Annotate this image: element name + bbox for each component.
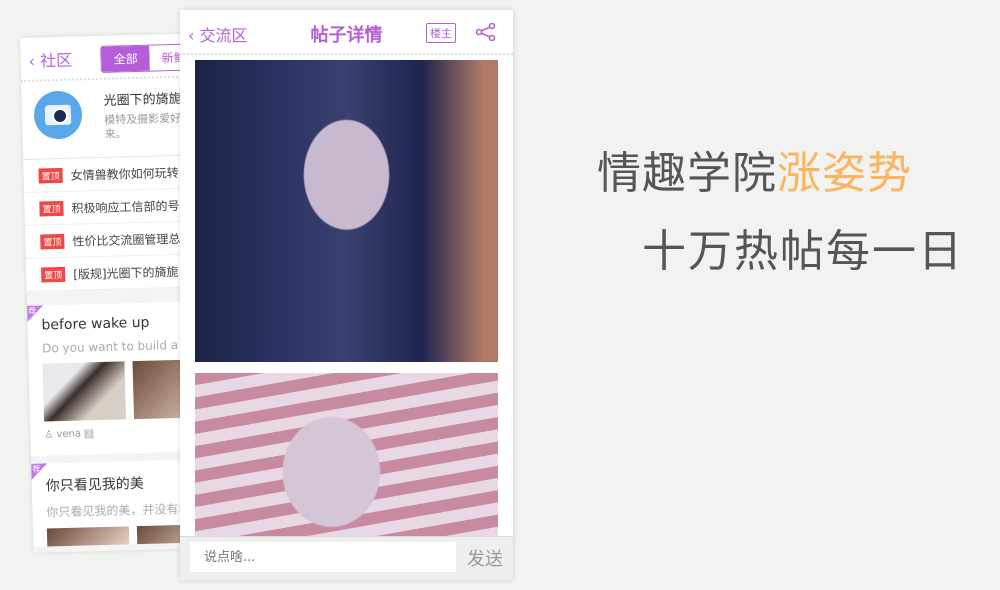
back-label: 社区 <box>39 50 73 71</box>
post-photo[interactable] <box>195 60 498 362</box>
user-icon: ♙ <box>44 429 54 441</box>
pinned-tag: 置顶 <box>41 266 66 283</box>
slogan-line-2: 十万热帖每一日 <box>642 226 964 277</box>
pinned-tag: 置顶 <box>40 233 65 250</box>
camera-icon <box>33 90 83 140</box>
post-detail-screen: ‹ 交流区 帖子详情 楼主 发送 <box>180 10 513 580</box>
comment-count: 3 <box>84 429 94 439</box>
send-button[interactable]: 发送 <box>467 545 503 571</box>
pinned-tag: 置顶 <box>38 167 63 184</box>
group-title: 光圈下的旖旎 <box>103 91 182 109</box>
comment-input[interactable] <box>190 542 456 572</box>
recommend-label: 荐 <box>32 464 41 474</box>
slogan-text: 情趣学院 <box>597 148 777 199</box>
pinned-title: [版规]光圈下的旖旎 <box>73 264 179 282</box>
slogan-highlight: 涨姿势 <box>777 148 912 199</box>
post-thumbnail <box>42 361 127 422</box>
tab-all[interactable]: 全部 <box>101 45 150 72</box>
comment-bar: 发送 <box>180 536 513 580</box>
back-button[interactable]: ‹ 社区 <box>28 47 72 72</box>
post-user: vena <box>56 428 82 441</box>
page-title: 帖子详情 <box>310 25 383 46</box>
post-thumbnail <box>46 526 130 547</box>
pinned-tag: 置顶 <box>39 200 64 217</box>
owner-only-button[interactable]: 楼主 <box>426 23 456 43</box>
detail-header: ‹ 交流区 帖子详情 楼主 <box>180 10 513 55</box>
post-photo[interactable] <box>195 373 498 538</box>
share-icon[interactable] <box>475 22 497 45</box>
pinned-title: 积极响应工信部的号召 <box>71 198 192 216</box>
pinned-title: 女情兽教你如何玩转 <box>70 165 179 183</box>
pinned-title: 性价比交流圈管理总则 <box>72 231 193 249</box>
recommend-label: 荐 <box>28 306 37 316</box>
slogan-line-1: 情趣学院涨姿势 <box>597 137 912 201</box>
recommend-badge: 荐 <box>31 463 48 480</box>
recommend-badge: 荐 <box>27 305 44 322</box>
